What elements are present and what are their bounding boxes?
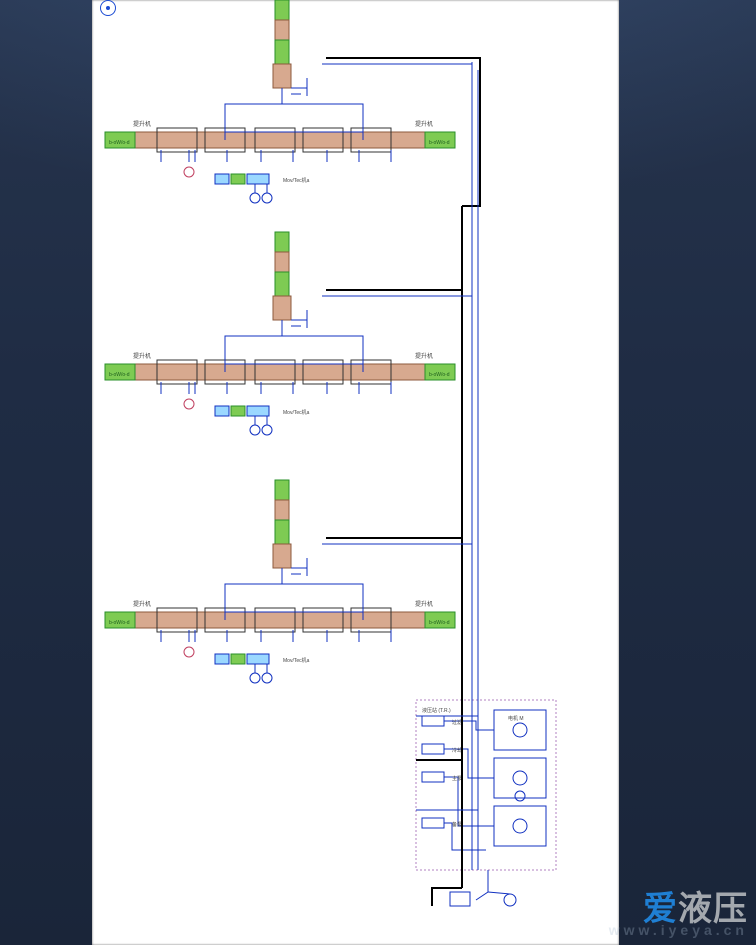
hydraulic-schematic: b-oW/o-d b-oW/o-d (92, 0, 619, 945)
schematic-page: b-oW/o-d b-oW/o-d (92, 0, 619, 945)
station-2 (105, 232, 455, 435)
power-pack (416, 700, 556, 906)
station-1 (105, 0, 455, 203)
location-icon (100, 0, 116, 16)
station-3 (105, 480, 455, 683)
